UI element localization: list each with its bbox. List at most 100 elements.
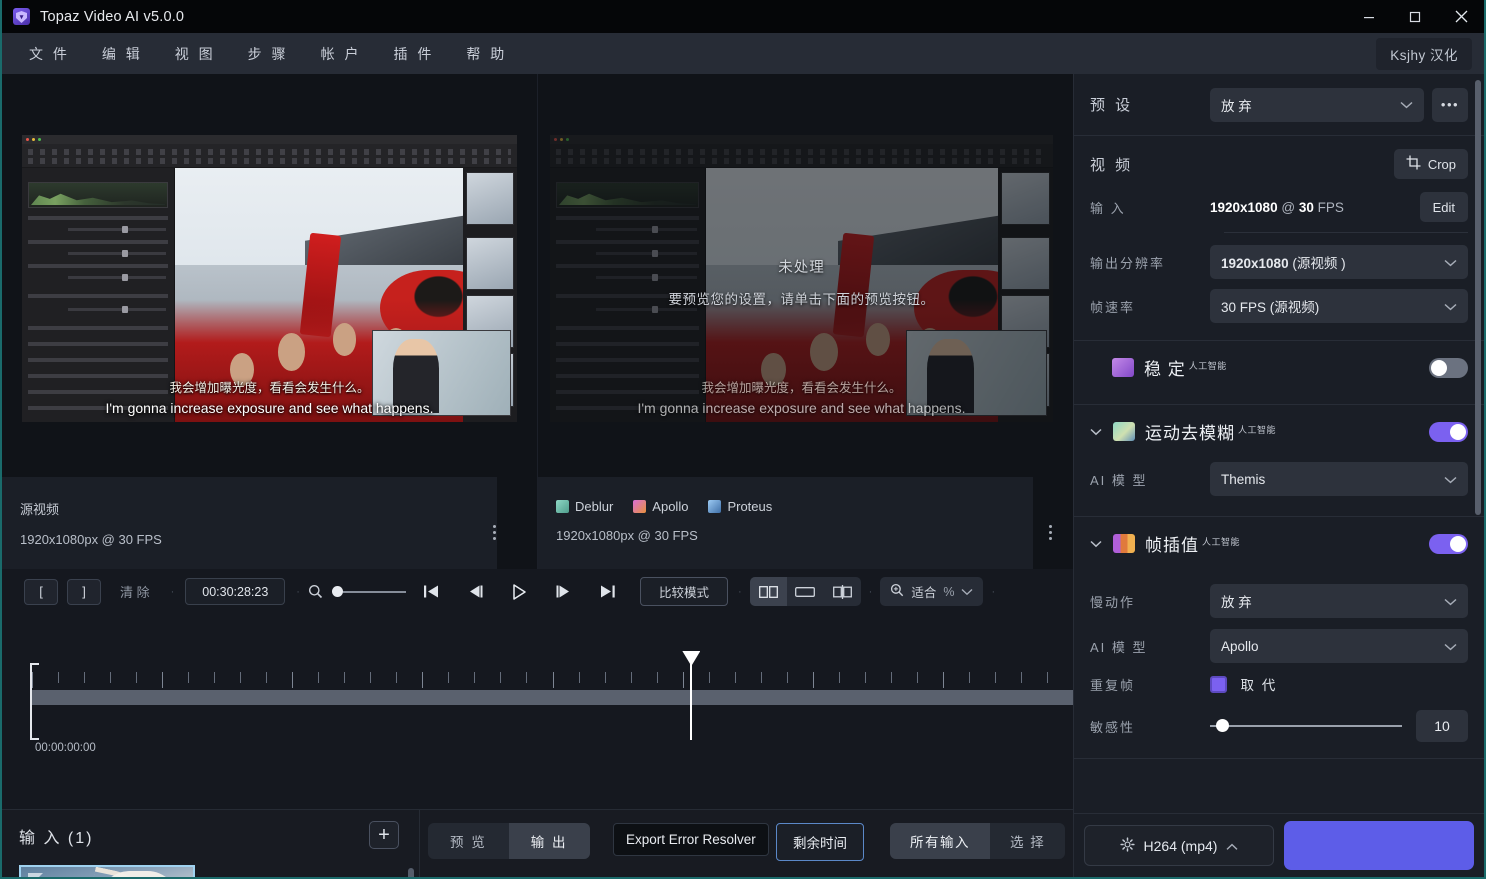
framerate-select[interactable]: 30 FPS (源视频) — [1210, 289, 1468, 323]
frame-interpolation-header[interactable]: 帧插值 人工智能 — [1074, 517, 1484, 570]
export-button[interactable] — [1284, 821, 1474, 870]
maximize-button[interactable] — [1392, 0, 1438, 33]
skip-to-start-button[interactable] — [417, 578, 447, 606]
play-button[interactable] — [505, 578, 535, 606]
output-resolution-select[interactable]: 1920x1080 (源视频 ) — [1210, 245, 1468, 279]
sensitivity-slider-track[interactable] — [1210, 719, 1402, 732]
timeline-tick — [344, 672, 346, 683]
sensitivity-slider-knob[interactable] — [1215, 719, 1229, 732]
chevron-down-icon[interactable] — [1090, 540, 1103, 548]
compare-mode-button[interactable]: 比较模式 — [639, 577, 728, 606]
single-view-icon[interactable] — [787, 577, 824, 606]
remaining-time-button[interactable]: 剩余时间 — [776, 823, 864, 861]
chevron-down-icon[interactable] — [1090, 428, 1103, 436]
motion-deblur-section: 运动去模糊 人工智能 AI 模 型 Themis — [1074, 405, 1484, 517]
motion-deblur-model-select[interactable]: Themis — [1210, 462, 1468, 496]
mark-out-button[interactable]: ] — [67, 578, 101, 605]
playhead-handle[interactable] — [682, 651, 701, 666]
output-video-frame[interactable]: 未处理 要预览您的设置，请单击下面的预览按钮。 我会增加曝光度，看看会发生什么。… — [550, 135, 1053, 422]
timeline-tick — [682, 672, 684, 688]
zoom-slider[interactable] — [331, 586, 406, 597]
skip-to-end-button[interactable] — [593, 578, 623, 606]
timeline-tick — [500, 672, 502, 683]
crop-button[interactable]: Crop — [1393, 149, 1468, 179]
recorded-toolbar — [22, 144, 517, 168]
tab-output[interactable]: 输 出 — [508, 823, 590, 859]
side-by-side-icon[interactable] — [824, 577, 861, 606]
clear-marks-button[interactable]: 清 除 — [110, 579, 160, 605]
title-bar: Topaz Video AI v5.0.0 — [2, 0, 1484, 33]
zoom-slider-knob[interactable] — [331, 586, 343, 597]
language-pack-badge[interactable]: Ksjhy 汉化 — [1376, 37, 1472, 70]
magnifier-icon[interactable] — [302, 578, 330, 606]
minimize-button[interactable] — [1346, 0, 1392, 33]
timeline-tick — [994, 672, 996, 683]
timeline-tick — [864, 672, 866, 683]
output-resolution-row: 输出分辨率 1920x1080 (源视频 ) — [1090, 245, 1468, 279]
menu-plugins[interactable]: 插 件 — [380, 38, 447, 70]
fi-model-row: AI 模 型 Apollo — [1090, 629, 1468, 663]
source-pane-menu-button[interactable] — [485, 521, 503, 543]
slowmo-select[interactable]: 放 弃 — [1210, 584, 1468, 618]
timeline-tick — [526, 672, 528, 683]
zoom-slider-track[interactable] — [342, 590, 406, 593]
duplicate-frames-checkbox-label: 取 代 — [1240, 678, 1278, 693]
menu-account[interactable]: 帐 户 — [308, 38, 375, 70]
source-preview-pane[interactable]: 我会增加曝光度，看看会发生什么。 I'm gonna increase expo… — [2, 74, 537, 569]
export-error-resolver-button[interactable]: Export Error Resolver — [613, 823, 769, 856]
menu-help[interactable]: 帮 助 — [453, 38, 520, 70]
timeline[interactable]: 00:00:00:00 — [2, 614, 1074, 809]
chevron-down-icon[interactable] — [961, 585, 973, 599]
encoder-button[interactable]: H264 (mp4) — [1084, 825, 1274, 866]
close-button[interactable] — [1438, 0, 1484, 33]
timeline-track[interactable] — [32, 690, 1073, 705]
model-chip-apollo: Apollo — [633, 499, 688, 514]
output-preview-pane[interactable]: 未处理 要预览您的设置，请单击下面的预览按钮。 我会增加曝光度，看看会发生什么。… — [537, 74, 1073, 569]
fi-model-select[interactable]: Apollo — [1210, 629, 1468, 663]
timecode-field[interactable]: 00:30:28:23 — [185, 578, 286, 605]
preset-more-button[interactable]: ••• — [1432, 87, 1468, 122]
timeline-tick — [214, 672, 216, 683]
inputs-scrollbar[interactable] — [408, 868, 414, 877]
timeline-ruler[interactable] — [32, 672, 1074, 688]
fi-model-value: Apollo — [1221, 638, 1259, 654]
source-video-frame[interactable]: 我会增加曝光度，看看会发生什么。 I'm gonna increase expo… — [22, 135, 517, 422]
zoom-fit-control[interactable]: 适合 % — [880, 577, 984, 606]
tab-preview[interactable]: 预 览 — [428, 823, 509, 859]
menu-view[interactable]: 视 图 — [162, 38, 229, 70]
deblur-icon — [556, 500, 569, 513]
model-chip-proteus-label: Proteus — [727, 499, 773, 514]
seg-selection[interactable]: 选 择 — [990, 823, 1065, 859]
zoom-fit-unit: % — [943, 584, 955, 599]
motion-deblur-header[interactable]: 运动去模糊 人工智能 — [1074, 405, 1484, 458]
edit-input-button[interactable]: Edit — [1419, 192, 1468, 222]
frame-interpolation-title: 帧插值 — [1145, 536, 1199, 555]
output-pane-menu-button[interactable] — [1041, 521, 1059, 543]
motion-deblur-toggle[interactable] — [1429, 421, 1468, 442]
add-input-button[interactable]: + — [369, 821, 399, 849]
frame-interpolation-toggle[interactable] — [1429, 533, 1468, 554]
menu-file[interactable]: 文 件 — [16, 38, 83, 70]
split-view-icon[interactable] — [749, 577, 787, 606]
framerate-row: 帧速率 30 FPS (源视频) — [1090, 289, 1468, 323]
duplicate-frames-checkbox[interactable] — [1210, 675, 1227, 693]
step-forward-button[interactable] — [549, 578, 579, 606]
stabilization-toggle[interactable] — [1429, 357, 1468, 378]
timeline-tick — [110, 672, 112, 683]
duplicate-frames-label: 重复帧 — [1090, 677, 1136, 693]
stabilization-header[interactable]: 稳 定人工智能 — [1074, 341, 1484, 394]
timeline-playhead[interactable] — [682, 651, 701, 740]
mark-in-button[interactable]: [ — [24, 578, 58, 605]
sensitivity-value[interactable]: 10 — [1416, 710, 1468, 742]
menu-steps[interactable]: 步 骤 — [235, 38, 302, 70]
input-thumbnail-card[interactable]: LIVE EDF FUJICOLOR ORIGINAL FOR CAPTURE … — [19, 865, 195, 877]
seg-all-inputs[interactable]: 所有输入 — [890, 823, 990, 859]
step-back-button[interactable] — [461, 578, 491, 606]
framerate-label: 帧速率 — [1090, 299, 1136, 315]
sidebar-scrollbar[interactable] — [1475, 80, 1481, 515]
motion-deblur-model-ctl: Themis — [1210, 462, 1468, 496]
preset-select[interactable]: 放 弃 — [1210, 87, 1424, 122]
menu-edit[interactable]: 编 辑 — [89, 38, 156, 70]
timeline-tick — [448, 672, 450, 683]
motion-deblur-title: 运动去模糊 — [1145, 424, 1235, 443]
